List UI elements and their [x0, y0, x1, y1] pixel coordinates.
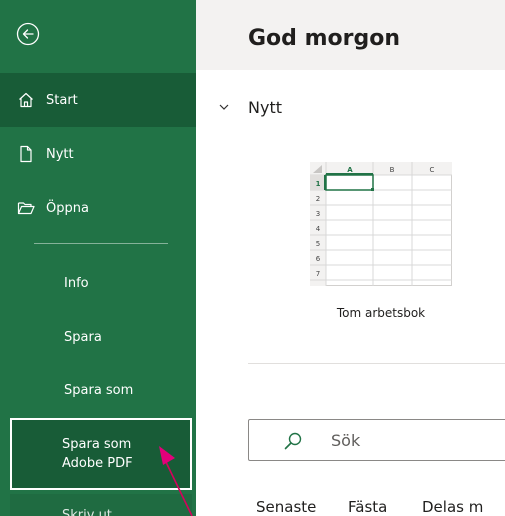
tab-shared[interactable]: Delas m	[422, 498, 483, 516]
row-header: 5	[316, 240, 320, 248]
sidebar-item-label: Info	[64, 275, 89, 291]
page-title: God morgon	[248, 26, 400, 51]
home-icon	[19, 92, 33, 108]
back-arrow-circle-icon	[16, 22, 40, 46]
sidebar-item-new[interactable]: Nytt	[0, 127, 196, 181]
sidebar-item-save[interactable]: Spara	[0, 310, 196, 364]
sidebar-divider	[34, 243, 168, 244]
search-placeholder: Sök	[331, 431, 361, 450]
template-caption: Tom arbetsbok	[336, 306, 426, 320]
sidebar-item-label: Start	[46, 92, 78, 108]
sidebar-item-save-as[interactable]: Spara som	[0, 363, 196, 417]
sidebar-item-label-line2: Adobe PDF	[62, 456, 133, 471]
sidebar-item-info[interactable]: Info	[0, 256, 196, 310]
folder-open-icon	[17, 202, 35, 215]
tab-recent[interactable]: Senaste	[256, 498, 316, 516]
sidebar-item-label: Öppna	[46, 200, 89, 216]
column-header: C	[430, 166, 435, 174]
blank-workbook-thumbnail: A B C 1 2 3 4 5 6 7	[310, 162, 452, 286]
sidebar-item-label: Spara	[64, 329, 102, 345]
sidebar-item-start[interactable]: Start	[0, 73, 196, 127]
column-header: B	[390, 166, 395, 174]
row-header: 1	[316, 180, 321, 188]
blank-workbook-template[interactable]: A B C 1 2 3 4 5 6 7	[310, 162, 452, 286]
row-header: 6	[316, 255, 321, 263]
row-header: 3	[316, 210, 320, 218]
sidebar-item-label: Spara som	[64, 382, 134, 398]
search-icon	[284, 432, 302, 450]
backstage-sidebar: Start Nytt Öppna Info Spara Spara som Sp…	[0, 0, 196, 516]
sidebar-item-label: Nytt	[46, 146, 74, 162]
sidebar-item-save-as-adobe-pdf[interactable]: Spara som Adobe PDF	[10, 418, 192, 490]
section-title: Nytt	[248, 98, 282, 117]
new-document-icon	[20, 145, 32, 163]
sidebar-item-label-line1: Spara som	[62, 437, 132, 452]
section-separator	[248, 363, 505, 364]
search-input[interactable]: Sök	[248, 419, 505, 461]
sidebar-item-label: Skriv ut	[62, 508, 112, 516]
row-header: 4	[316, 225, 321, 233]
sidebar-item-open[interactable]: Öppna	[0, 181, 196, 235]
chevron-down-icon[interactable]	[218, 101, 230, 113]
back-button[interactable]	[16, 22, 40, 46]
row-header: 2	[316, 195, 320, 203]
column-header: A	[347, 166, 353, 174]
row-header: 7	[316, 270, 320, 278]
tab-pinned[interactable]: Fästa	[348, 498, 387, 516]
backstage-main: God morgon Nytt A B C 1 2 3 4 5 6 7 Tom …	[196, 0, 505, 516]
sidebar-item-print[interactable]: Skriv ut	[10, 494, 192, 516]
